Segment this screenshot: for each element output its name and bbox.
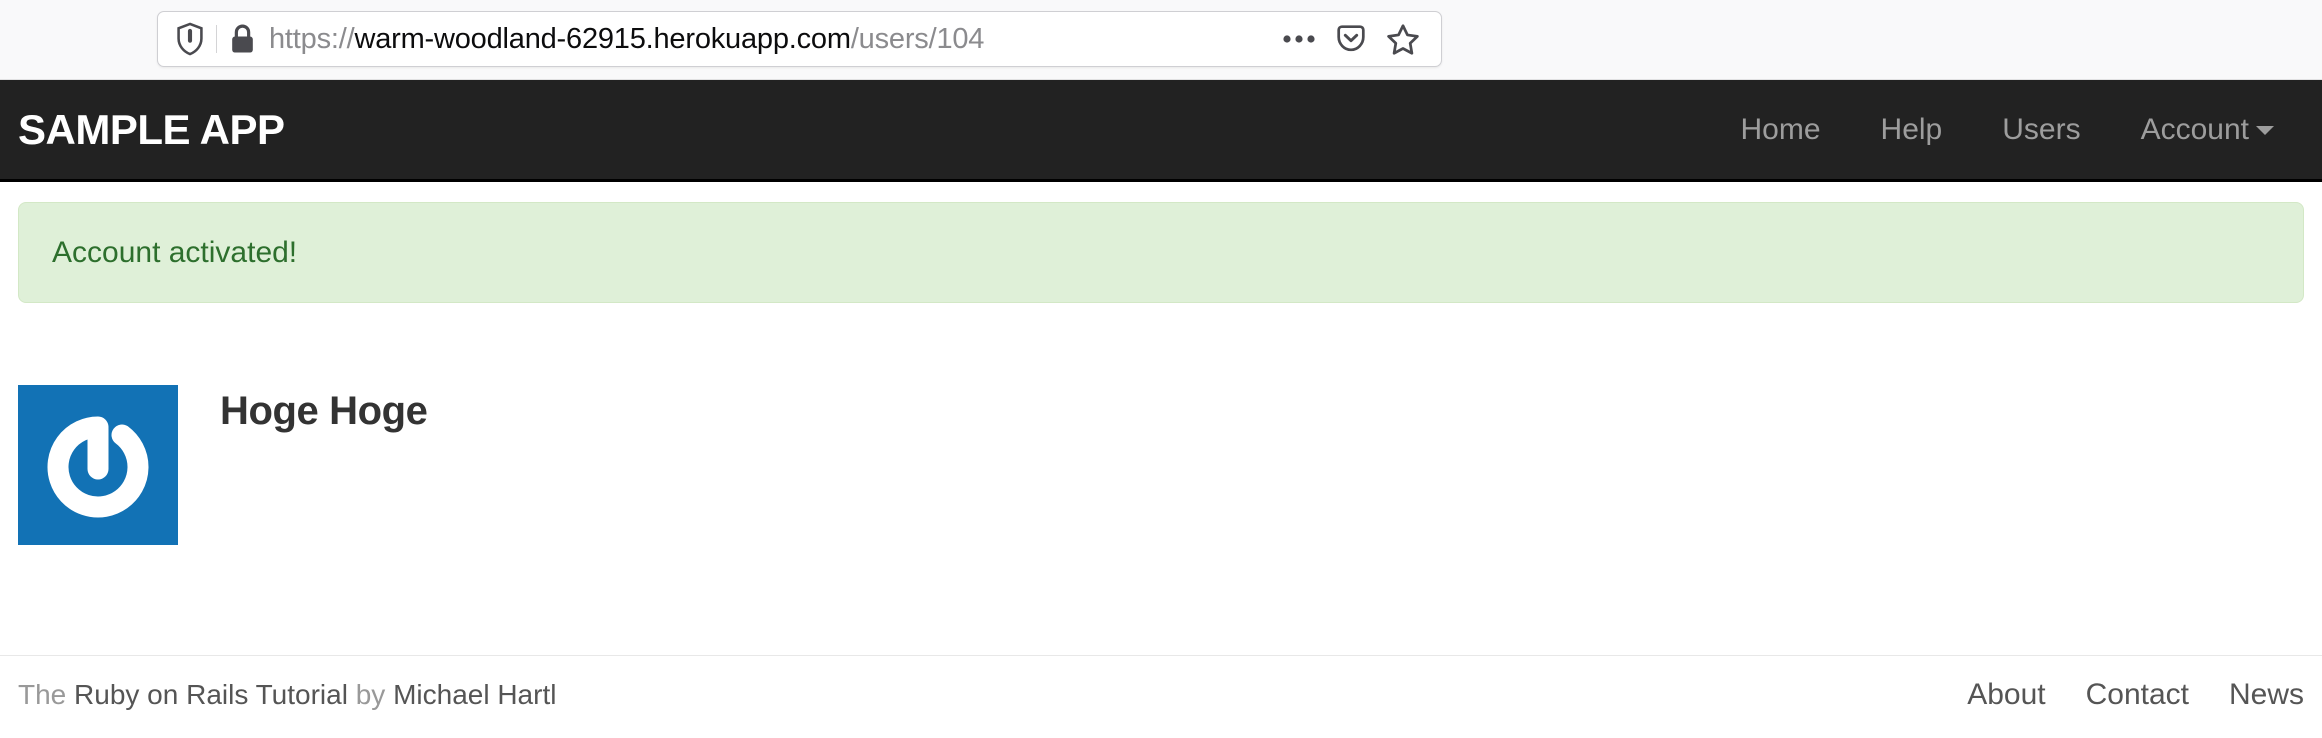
avatar: [18, 385, 178, 545]
footer-link-author[interactable]: Michael Hartl: [393, 679, 556, 710]
footer-link-about[interactable]: About: [1927, 678, 2045, 712]
url-path: /users/104: [850, 22, 985, 55]
site-navbar: SAMPLE APP Home Help Users Account: [0, 80, 2322, 182]
footer-link-news[interactable]: News: [2189, 678, 2304, 712]
nav-link-help[interactable]: Help: [1851, 114, 1973, 145]
urlbar-actions: [1275, 15, 1441, 63]
address-bar[interactable]: https://warm-woodland-62915.herokuapp.co…: [157, 11, 1442, 67]
nav-link-account[interactable]: Account: [2111, 112, 2300, 146]
footer-item-about: About: [1927, 678, 2045, 712]
url-scheme: https://: [269, 22, 355, 55]
footer-item-news: News: [2189, 678, 2304, 712]
browser-chrome: https://warm-woodland-62915.herokuapp.co…: [0, 0, 2322, 80]
footer-inner: The Ruby on Rails Tutorial by Michael Ha…: [18, 656, 2304, 712]
site-footer: The Ruby on Rails Tutorial by Michael Ha…: [0, 655, 2322, 712]
navbar-brand[interactable]: SAMPLE APP: [18, 108, 285, 151]
pocket-icon[interactable]: [1327, 15, 1375, 63]
user-profile-block: Hoge Hoge: [18, 385, 2304, 545]
page-title: Hoge Hoge: [220, 389, 428, 433]
footer-credit-middle: by: [347, 679, 394, 710]
nav-item-users: Users: [1972, 114, 2110, 145]
bookmark-star-icon[interactable]: [1379, 15, 1427, 63]
shield-icon[interactable]: [164, 22, 216, 56]
footer-credit: The Ruby on Rails Tutorial by Michael Ha…: [18, 679, 556, 711]
footer-credit-prefix: The: [18, 679, 75, 710]
nav-item-home: Home: [1711, 114, 1851, 145]
navbar-links: Home Help Users Account: [1711, 112, 2300, 146]
url-text[interactable]: https://warm-woodland-62915.herokuapp.co…: [267, 23, 1275, 56]
footer-item-contact: Contact: [2046, 678, 2189, 712]
status-badge: Account activated!: [18, 202, 2304, 303]
page-container: Account activated! Hoge Hoge: [0, 202, 2322, 545]
nav-item-account: Account: [2111, 112, 2300, 146]
lock-icon[interactable]: [217, 23, 267, 55]
nav-item-help: Help: [1851, 114, 1973, 145]
nav-link-users[interactable]: Users: [1972, 114, 2110, 145]
nav-link-home[interactable]: Home: [1711, 114, 1851, 145]
alert-message: Account activated!: [52, 235, 298, 269]
chevron-down-icon: [2256, 125, 2274, 135]
footer-links: About Contact News: [1927, 678, 2304, 712]
footer-link-tutorial[interactable]: Ruby on Rails Tutorial: [74, 679, 348, 710]
nav-link-account-label: Account: [2140, 112, 2249, 146]
footer-link-contact[interactable]: Contact: [2046, 678, 2189, 712]
url-host: warm-woodland-62915.herokuapp.com: [354, 22, 851, 55]
page-actions-icon[interactable]: [1275, 15, 1323, 63]
